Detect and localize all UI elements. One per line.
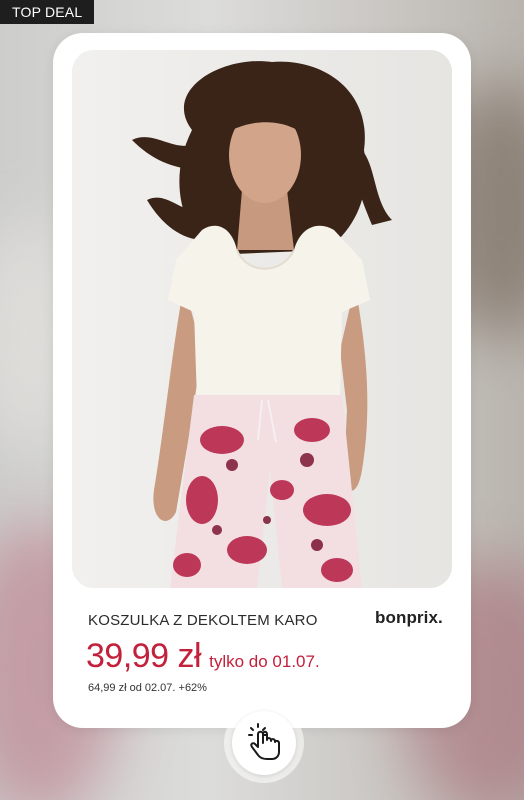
tap-button-ring bbox=[224, 703, 304, 783]
product-card[interactable]: KOSZULKA Z DEKOLTEM KARO bonprix. 39,99 … bbox=[53, 33, 471, 728]
tap-hand-icon bbox=[245, 721, 283, 766]
product-name: KOSZULKA Z DEKOLTEM KARO bbox=[88, 612, 318, 629]
old-price-info: 64,99 zł od 02.07. +62% bbox=[88, 682, 207, 694]
current-price: 39,99 zł bbox=[86, 637, 202, 675]
tap-button[interactable] bbox=[232, 711, 296, 775]
top-deal-badge: TOP DEAL bbox=[0, 0, 95, 24]
price-row: 39,99 zł tylko do 01.07. bbox=[86, 637, 320, 676]
brand-logo: bonprix. bbox=[375, 608, 443, 627]
product-photo[interactable] bbox=[72, 50, 452, 588]
price-validity: tylko do 01.07. bbox=[209, 652, 320, 671]
